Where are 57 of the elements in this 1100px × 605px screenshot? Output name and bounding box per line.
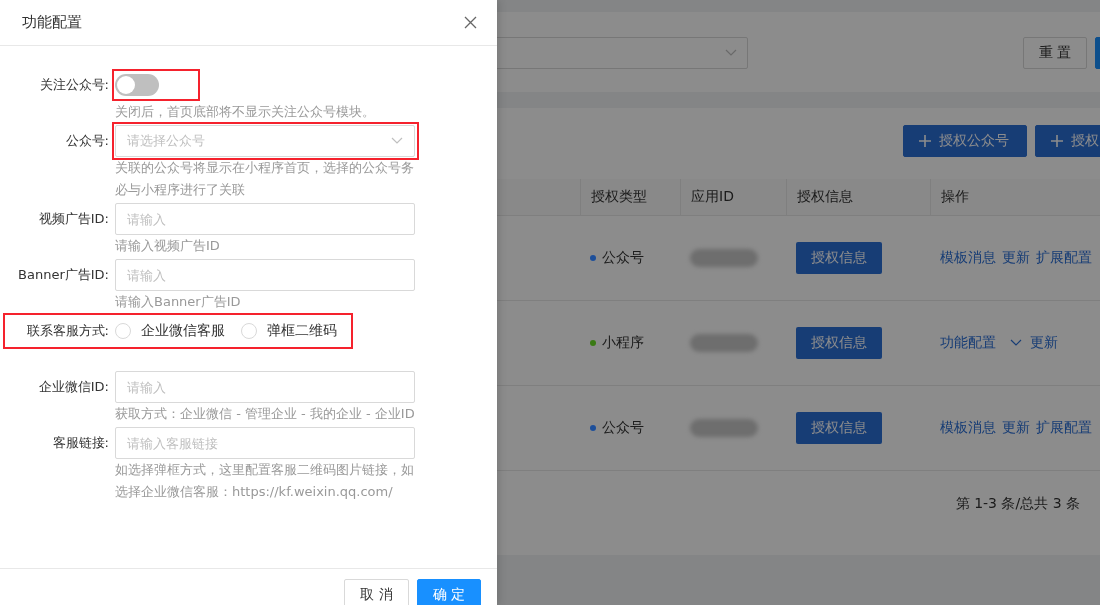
field-label: 公众号: [64, 132, 110, 150]
help-text: 关闭后，首页底部将不显示关注公众号模块。 [115, 103, 376, 121]
select-field[interactable]: 请选择公众号 [115, 125, 415, 157]
column-header: 操作 [930, 179, 1100, 215]
type-text: 公众号 [602, 249, 644, 267]
type-text: 小程序 [602, 334, 644, 352]
input-field[interactable]: 请输入 [115, 203, 415, 235]
action-link[interactable]: 模板消息 [940, 419, 996, 437]
field-label: 视频广告ID: [37, 210, 110, 228]
toggle-switch[interactable] [115, 74, 159, 96]
field-label: Banner广告ID: [17, 266, 110, 284]
auth-info-button[interactable]: 授权信息 [796, 242, 882, 274]
type-text: 公众号 [602, 419, 644, 437]
chevron-down-icon [391, 137, 403, 145]
redacted-block [690, 419, 758, 437]
field-label: 联系客服方式: [25, 322, 110, 340]
auth-info-button[interactable]: 授权信息 [796, 412, 882, 444]
action-link[interactable]: 功能配置 [940, 334, 996, 352]
radio-circle[interactable] [241, 323, 257, 339]
help-text: 请输入Banner广告ID [115, 293, 242, 311]
authorize-button[interactable]: 授权公众号 [903, 125, 1027, 157]
action-link[interactable]: 更新 [1030, 334, 1058, 352]
input-field[interactable]: 请输入 [115, 371, 415, 403]
field-label: 关注公众号: [38, 76, 110, 94]
chevron-down-icon [1010, 339, 1022, 347]
cancel-button[interactable]: 取 消 [344, 579, 409, 605]
redacted-block [690, 249, 758, 267]
close-icon[interactable] [464, 16, 477, 29]
drawer-title: 功能配置 [22, 13, 82, 32]
reset-button[interactable]: 重 置 [1022, 37, 1087, 69]
plus-icon [1051, 135, 1063, 147]
chevron-down-icon [725, 49, 737, 57]
action-link[interactable]: 更新 [1002, 249, 1030, 267]
input-field[interactable]: 请输入 [115, 259, 415, 291]
help-text: 获取方式：企业微信 - 管理企业 - 我的企业 - 企业ID [115, 405, 415, 423]
radio-circle[interactable] [115, 323, 131, 339]
redacted-block [690, 334, 758, 352]
column-header: 授权信息 [786, 179, 930, 215]
action-link[interactable]: 扩展配置 [1036, 249, 1092, 267]
radio-option[interactable]: 弹框二维码 [241, 322, 337, 340]
confirm-button[interactable]: 确 定 [417, 579, 481, 605]
help-text: 如选择弹框方式，这里配置客服二维码图片链接，如选择企业微信客服：https://kf.weixin.qq.com/ [115, 461, 415, 501]
action-link[interactable]: 扩展配置 [1036, 419, 1092, 437]
help-text: 关联的公众号将显示在小程序首页，选择的公众号务必与小程序进行了关联 [115, 159, 415, 199]
field-label: 客服链接: [51, 434, 110, 452]
radio-option[interactable]: 企业微信客服 [115, 322, 225, 340]
plus-icon [919, 135, 931, 147]
field-label: 企业微信ID: [37, 378, 110, 396]
input-field[interactable]: 请输入客服链接 [115, 427, 415, 459]
pagination-text: 第 1-3 条/总共 3 条 [955, 495, 1080, 513]
column-header: 授权类型 [580, 179, 680, 215]
action-link[interactable]: 模板消息 [940, 249, 996, 267]
action-link[interactable]: 更新 [1002, 419, 1030, 437]
auth-info-button[interactable]: 授权信息 [796, 327, 882, 359]
help-text: 请输入视频广告ID [115, 237, 221, 255]
authorize-button[interactable]: 授权 [1035, 125, 1100, 157]
column-header: 应用ID [680, 179, 786, 215]
